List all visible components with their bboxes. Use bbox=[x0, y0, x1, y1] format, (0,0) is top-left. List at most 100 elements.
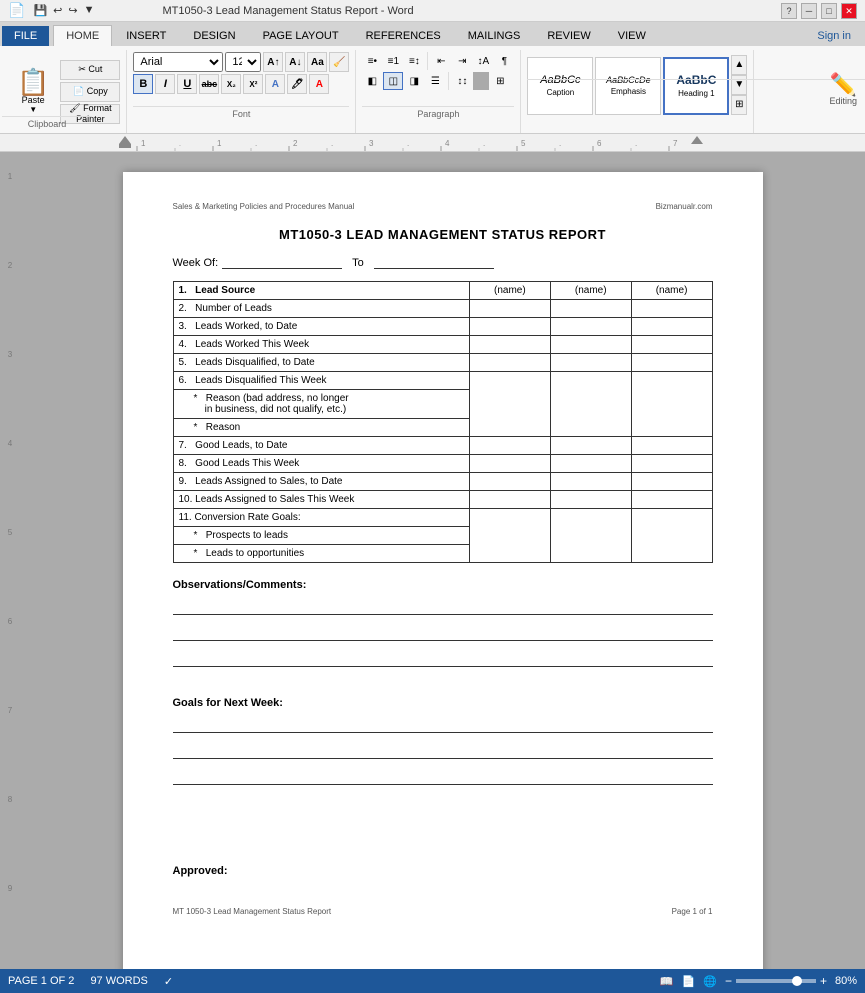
tab-review[interactable]: REVIEW bbox=[534, 25, 603, 46]
clear-formatting-button[interactable]: 🧹 bbox=[329, 52, 349, 72]
row-5-data-2[interactable] bbox=[550, 354, 631, 372]
row-3-data-3[interactable] bbox=[631, 318, 712, 336]
italic-button[interactable]: I bbox=[155, 74, 175, 94]
row-11-data-3[interactable] bbox=[631, 509, 712, 563]
row-10-data-2[interactable] bbox=[550, 491, 631, 509]
tab-file[interactable]: FILE bbox=[2, 26, 49, 46]
redo-icon[interactable]: ↪ bbox=[68, 4, 77, 17]
goals-area-2[interactable] bbox=[173, 739, 713, 759]
sign-in-link[interactable]: Sign in bbox=[804, 25, 864, 46]
row-7-data-3[interactable] bbox=[631, 437, 712, 455]
font-name-select[interactable]: Arial bbox=[133, 52, 223, 72]
row-6-data-3[interactable] bbox=[631, 372, 712, 437]
row-5-data-3[interactable] bbox=[631, 354, 712, 372]
row-9-data-3[interactable] bbox=[631, 473, 712, 491]
observations-area-3[interactable] bbox=[173, 647, 713, 667]
borders-button[interactable]: ⊞ bbox=[490, 72, 510, 90]
row-3-data-1[interactable] bbox=[469, 318, 550, 336]
goals-area-1[interactable] bbox=[173, 713, 713, 733]
zoom-percent: 80% bbox=[835, 975, 857, 987]
doc-check-icon[interactable]: ✓ bbox=[164, 975, 173, 988]
row-3-data-2[interactable] bbox=[550, 318, 631, 336]
row-11-data-2[interactable] bbox=[550, 509, 631, 563]
print-layout-icon[interactable]: 📄 bbox=[682, 975, 696, 988]
row-10-data-3[interactable] bbox=[631, 491, 712, 509]
shading-button[interactable] bbox=[473, 72, 489, 90]
doc-title[interactable]: MT1050-3 LEAD MANAGEMENT STATUS REPORT bbox=[173, 227, 713, 242]
row-9-data-1[interactable] bbox=[469, 473, 550, 491]
decrease-indent-button[interactable]: ⇤ bbox=[431, 52, 451, 70]
zoom-plus-button[interactable]: + bbox=[820, 974, 827, 988]
customize-icon[interactable]: ▼ bbox=[84, 4, 95, 17]
tab-insert[interactable]: INSERT bbox=[113, 25, 179, 46]
bullets-button[interactable]: ≡• bbox=[362, 52, 382, 70]
justify-button[interactable]: ☰ bbox=[425, 72, 445, 90]
row-8-data-1[interactable] bbox=[469, 455, 550, 473]
font-color-button[interactable]: A bbox=[309, 74, 329, 94]
save-icon[interactable]: 💾 bbox=[33, 4, 47, 17]
row-7-data-1[interactable] bbox=[469, 437, 550, 455]
highlight-button[interactable]: 🖊 bbox=[287, 74, 307, 94]
row-6-data-2[interactable] bbox=[550, 372, 631, 437]
row-4-data-2[interactable] bbox=[550, 336, 631, 354]
row-9-data-2[interactable] bbox=[550, 473, 631, 491]
tab-mailings[interactable]: MAILINGS bbox=[455, 25, 534, 46]
copy-button[interactable]: 📄 Copy bbox=[60, 82, 120, 102]
align-center-button[interactable]: ◫ bbox=[383, 72, 403, 90]
web-layout-icon[interactable]: 🌐 bbox=[703, 975, 717, 988]
zoom-minus-button[interactable]: − bbox=[725, 974, 732, 988]
zoom-thumb[interactable] bbox=[792, 976, 802, 986]
observations-area-1[interactable] bbox=[173, 595, 713, 615]
row-4-data-1[interactable] bbox=[469, 336, 550, 354]
superscript-button[interactable]: X² bbox=[243, 74, 263, 94]
row-8-data-2[interactable] bbox=[550, 455, 631, 473]
row-6-data-1[interactable] bbox=[469, 372, 550, 437]
doc-page[interactable]: Sales & Marketing Policies and Procedure… bbox=[123, 172, 763, 971]
increase-indent-button[interactable]: ⇥ bbox=[452, 52, 472, 70]
row-2-data-3[interactable] bbox=[631, 300, 712, 318]
cut-button[interactable]: ✂ Cut bbox=[60, 60, 120, 80]
zoom-track[interactable] bbox=[736, 979, 816, 983]
underline-button[interactable]: U bbox=[177, 74, 197, 94]
row-2-data-2[interactable] bbox=[550, 300, 631, 318]
row-7-data-2[interactable] bbox=[550, 437, 631, 455]
row-5-data-1[interactable] bbox=[469, 354, 550, 372]
tab-references[interactable]: REFERENCES bbox=[353, 25, 454, 46]
undo-icon[interactable]: ↩ bbox=[53, 4, 62, 17]
minimize-button[interactable]: ─ bbox=[801, 3, 817, 19]
grow-font-button[interactable]: A↑ bbox=[263, 52, 283, 72]
bold-button[interactable]: B bbox=[133, 74, 153, 94]
row-11-data-1[interactable] bbox=[469, 509, 550, 563]
change-case-button[interactable]: Aa bbox=[307, 52, 327, 72]
text-effect-button[interactable]: A bbox=[265, 74, 285, 94]
row-10-data-1[interactable] bbox=[469, 491, 550, 509]
tab-design[interactable]: DESIGN bbox=[180, 25, 248, 46]
help-button[interactable]: ? bbox=[781, 3, 797, 19]
show-marks-button[interactable]: ¶ bbox=[494, 52, 514, 70]
strikethrough-button[interactable]: abc bbox=[199, 74, 219, 94]
to-blank[interactable] bbox=[374, 256, 494, 269]
numbering-button[interactable]: ≡1 bbox=[383, 52, 403, 70]
tab-home[interactable]: HOME bbox=[53, 25, 112, 47]
line-spacing-button[interactable]: ↕↕ bbox=[452, 72, 472, 90]
subscript-button[interactable]: X₂ bbox=[221, 74, 241, 94]
styles-expand[interactable]: ⊞ bbox=[731, 95, 747, 115]
tab-page-layout[interactable]: PAGE LAYOUT bbox=[250, 25, 352, 46]
font-size-select[interactable]: 12 bbox=[225, 52, 261, 72]
tab-view[interactable]: VIEW bbox=[605, 25, 659, 46]
goals-area-3[interactable] bbox=[173, 765, 713, 785]
read-mode-icon[interactable]: 📖 bbox=[660, 975, 674, 988]
align-left-button[interactable]: ◧ bbox=[362, 72, 382, 90]
styles-scroll-up[interactable]: ▲ bbox=[731, 55, 747, 75]
row-8-data-3[interactable] bbox=[631, 455, 712, 473]
sort-button[interactable]: ↕A bbox=[473, 52, 493, 70]
maximize-button[interactable]: □ bbox=[821, 3, 837, 19]
close-button[interactable]: ✕ bbox=[841, 3, 857, 19]
row-2-data-1[interactable] bbox=[469, 300, 550, 318]
shrink-font-button[interactable]: A↓ bbox=[285, 52, 305, 72]
multilevel-button[interactable]: ≡↕ bbox=[404, 52, 424, 70]
align-right-button[interactable]: ◨ bbox=[404, 72, 424, 90]
row-4-data-3[interactable] bbox=[631, 336, 712, 354]
observations-area-2[interactable] bbox=[173, 621, 713, 641]
week-of-blank[interactable] bbox=[222, 256, 342, 269]
